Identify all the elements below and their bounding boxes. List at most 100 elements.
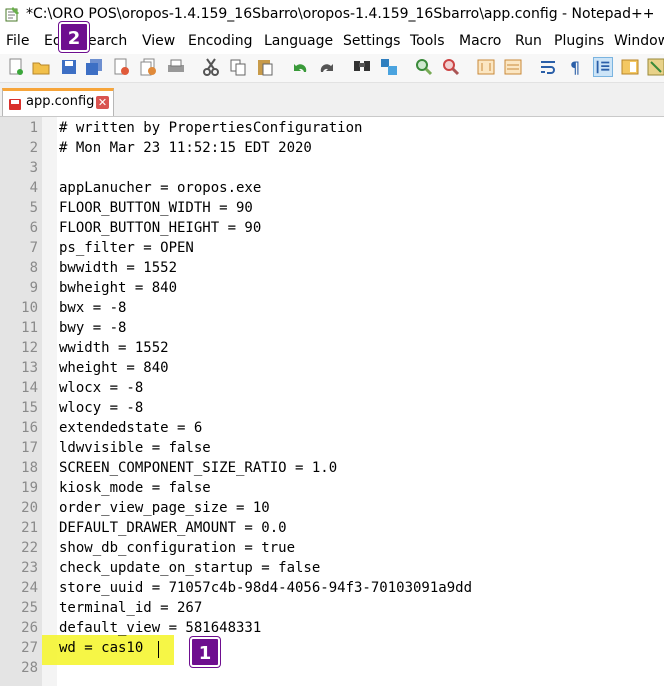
doc-map-icon[interactable] bbox=[620, 57, 640, 77]
editor-line[interactable]: 4 appLanucher = oropos.exe bbox=[0, 178, 664, 198]
menu-plugins[interactable]: Plugins bbox=[554, 33, 604, 49]
editor-line[interactable]: 25 terminal_id = 267 bbox=[0, 598, 664, 618]
line-text: wlocx = -8 bbox=[59, 380, 144, 396]
editor[interactable]: 1 # written by PropertiesConfiguration 2 # … bbox=[0, 117, 664, 686]
undo-icon[interactable] bbox=[290, 57, 310, 77]
menu-language[interactable]: Language bbox=[264, 33, 333, 49]
line-number: 11 bbox=[21, 320, 38, 336]
zoom-in-icon[interactable] bbox=[414, 57, 434, 77]
editor-line[interactable]: 23 check_update_on_startup = false bbox=[0, 558, 664, 578]
print-icon[interactable] bbox=[166, 57, 186, 77]
annotation-badge-2: 2 bbox=[59, 22, 89, 52]
line-number: 3 bbox=[29, 160, 38, 176]
line-number: 21 bbox=[21, 520, 38, 536]
editor-line[interactable]: 14 wlocx = -8 bbox=[0, 378, 664, 398]
editor-line[interactable]: 16 extendedstate = 6 bbox=[0, 418, 664, 438]
line-number: 18 bbox=[21, 460, 38, 476]
editor-line[interactable]: 27 wd = cas10 bbox=[0, 638, 664, 658]
tab-close-icon[interactable]: ✕ bbox=[96, 96, 109, 109]
sync-vertical-icon[interactable] bbox=[476, 57, 496, 77]
show-all-chars-icon[interactable]: ¶ bbox=[565, 57, 585, 77]
close-all-icon[interactable] bbox=[139, 57, 159, 77]
editor-line[interactable]: 6 FLOOR_BUTTON_HEIGHT = 90 bbox=[0, 218, 664, 238]
line-number: 1 bbox=[29, 120, 38, 136]
line-number: 13 bbox=[21, 360, 38, 376]
menu-file[interactable]: File bbox=[6, 33, 29, 49]
find-icon[interactable] bbox=[352, 57, 372, 77]
cut-icon[interactable] bbox=[201, 57, 221, 77]
save-icon[interactable] bbox=[59, 57, 79, 77]
word-wrap-icon[interactable] bbox=[538, 57, 558, 77]
menu-encoding[interactable]: Encoding bbox=[188, 33, 253, 49]
editor-line[interactable]: 8 bwwidth = 1552 bbox=[0, 258, 664, 278]
sync-horizontal-icon[interactable] bbox=[503, 57, 523, 77]
indent-guide-icon[interactable] bbox=[593, 57, 613, 77]
line-number: 2 bbox=[29, 140, 38, 156]
tab-app-config[interactable]: app.config ✕ bbox=[2, 88, 114, 116]
copy-icon[interactable] bbox=[228, 57, 248, 77]
editor-line[interactable]: 28 bbox=[0, 658, 664, 678]
menu-tools[interactable]: Tools bbox=[410, 33, 445, 49]
editor-line[interactable]: 7 ps_filter = OPEN bbox=[0, 238, 664, 258]
menu-view[interactable]: View bbox=[142, 33, 175, 49]
editor-line[interactable]: 21 DEFAULT_DRAWER_AMOUNT = 0.0 bbox=[0, 518, 664, 538]
editor-line[interactable]: 12 wwidth = 1552 bbox=[0, 338, 664, 358]
editor-line[interactable]: 3 bbox=[0, 158, 664, 178]
redo-icon[interactable] bbox=[317, 57, 337, 77]
line-number: 16 bbox=[21, 420, 38, 436]
menu-window[interactable]: Window bbox=[614, 33, 664, 49]
editor-line[interactable]: 17 ldwvisible = false bbox=[0, 438, 664, 458]
editor-line[interactable]: 22 show_db_configuration = true bbox=[0, 538, 664, 558]
editor-line[interactable]: 18 SCREEN_COMPONENT_SIZE_RATIO = 1.0 bbox=[0, 458, 664, 478]
line-number: 10 bbox=[21, 300, 38, 316]
line-number: 25 bbox=[21, 600, 38, 616]
line-text: SCREEN_COMPONENT_SIZE_RATIO = 1.0 bbox=[59, 460, 338, 476]
editor-line[interactable]: 1 # written by PropertiesConfiguration bbox=[0, 118, 664, 138]
editor-line[interactable]: 11 bwy = -8 bbox=[0, 318, 664, 338]
text-cursor bbox=[158, 641, 159, 658]
line-number: 5 bbox=[29, 200, 38, 216]
line-text: # Mon Mar 23 11:52:15 EDT 2020 bbox=[59, 140, 312, 156]
line-text: FLOOR_BUTTON_WIDTH = 90 bbox=[59, 200, 253, 216]
menu-search[interactable]: earch bbox=[88, 33, 127, 49]
editor-line[interactable]: 2 # Mon Mar 23 11:52:15 EDT 2020 bbox=[0, 138, 664, 158]
editor-line[interactable]: 13 wheight = 840 bbox=[0, 358, 664, 378]
line-number: 4 bbox=[29, 180, 38, 196]
line-text: extendedstate = 6 bbox=[59, 420, 203, 436]
editor-line[interactable]: 9 bwheight = 840 bbox=[0, 278, 664, 298]
editor-line[interactable]: 20 order_view_page_size = 10 bbox=[0, 498, 664, 518]
open-file-icon[interactable] bbox=[31, 57, 51, 77]
paste-icon[interactable] bbox=[255, 57, 275, 77]
save-all-icon[interactable] bbox=[84, 57, 104, 77]
menu-bar: File Ed earch View Encoding Language Set… bbox=[0, 30, 664, 54]
editor-line[interactable]: 26 default_view = 581648331 bbox=[0, 618, 664, 638]
line-number: 28 bbox=[21, 660, 38, 676]
zoom-out-icon[interactable] bbox=[441, 57, 461, 77]
editor-line[interactable]: 24 store_uuid = 71057c4b-98d4-4056-94f3-7… bbox=[0, 578, 664, 598]
close-icon[interactable] bbox=[112, 57, 132, 77]
menu-run[interactable]: Run bbox=[515, 33, 542, 49]
tab-bar: app.config ✕ bbox=[0, 83, 664, 117]
line-text: wwidth = 1552 bbox=[59, 340, 169, 356]
line-number: 23 bbox=[21, 560, 38, 576]
function-list-icon[interactable] bbox=[646, 57, 664, 77]
line-text: bwheight = 840 bbox=[59, 280, 178, 296]
line-number: 12 bbox=[21, 340, 38, 356]
line-number: 26 bbox=[21, 620, 38, 636]
editor-line[interactable]: 19 kiosk_mode = false bbox=[0, 478, 664, 498]
replace-icon[interactable] bbox=[379, 57, 399, 77]
line-text: DEFAULT_DRAWER_AMOUNT = 0.0 bbox=[59, 520, 287, 536]
line-number: 6 bbox=[29, 220, 38, 236]
line-text: kiosk_mode = false bbox=[59, 480, 211, 496]
menu-settings[interactable]: Settings bbox=[343, 33, 400, 49]
notepad-plus-plus-icon bbox=[5, 7, 19, 22]
line-text: bwwidth = 1552 bbox=[59, 260, 178, 276]
menu-macro[interactable]: Macro bbox=[459, 33, 501, 49]
editor-line[interactable]: 5 FLOOR_BUTTON_WIDTH = 90 bbox=[0, 198, 664, 218]
editor-line[interactable]: 15 wlocy = -8 bbox=[0, 398, 664, 418]
editor-line[interactable]: 10 bwx = -8 bbox=[0, 298, 664, 318]
line-text: order_view_page_size = 10 bbox=[59, 500, 270, 516]
line-text: # written by PropertiesConfiguration bbox=[59, 120, 363, 136]
new-file-icon[interactable] bbox=[6, 57, 26, 77]
line-text: show_db_configuration = true bbox=[59, 540, 296, 556]
